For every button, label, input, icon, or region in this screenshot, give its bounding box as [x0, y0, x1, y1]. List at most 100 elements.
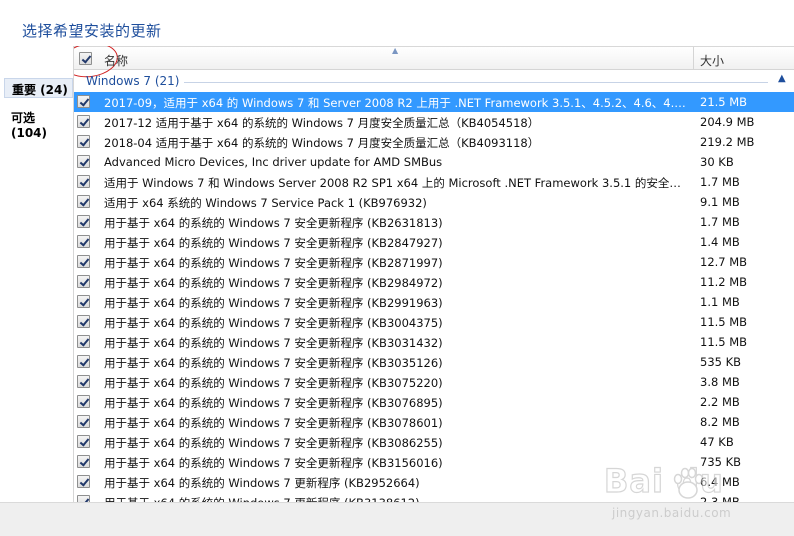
checkbox-checked-icon: [77, 495, 90, 502]
update-size: 1.7 MB: [700, 175, 740, 189]
update-checkbox[interactable]: [77, 155, 90, 168]
update-checkbox[interactable]: [77, 275, 90, 288]
update-name: 用于基于 x64 的系统的 Windows 7 安全更新程序 (KB263181…: [104, 216, 443, 230]
group-header[interactable]: Windows 7 (21) ▲: [74, 72, 794, 92]
update-row[interactable]: 用于基于 x64 的系统的 Windows 7 安全更新程序 (KB315601…: [74, 452, 794, 472]
update-checkbox[interactable]: [77, 235, 90, 248]
checkbox-checked-icon: [77, 155, 90, 168]
chevron-up-icon[interactable]: ▲: [778, 73, 786, 84]
update-name: 用于基于 x64 的系统的 Windows 7 安全更新程序 (KB307860…: [104, 416, 443, 430]
checkbox-checked-icon: [77, 275, 90, 288]
update-checkbox[interactable]: [77, 215, 90, 228]
update-size: 1.4 MB: [700, 235, 740, 249]
update-row[interactable]: Advanced Micro Devices, Inc driver updat…: [74, 152, 794, 172]
update-name: 适用于 x64 系统的 Windows 7 Service Pack 1 (KB…: [104, 196, 427, 210]
update-row[interactable]: 用于基于 x64 的系统的 Windows 7 安全更新程序 (KB299196…: [74, 292, 794, 312]
update-row[interactable]: 用于基于 x64 的系统的 Windows 7 安全更新程序 (KB303512…: [74, 352, 794, 372]
update-size: 735 KB: [700, 455, 742, 469]
update-row[interactable]: 用于基于 x64 的系统的 Windows 7 更新程序 (KB2952664)…: [74, 472, 794, 492]
update-row[interactable]: 用于基于 x64 的系统的 Windows 7 安全更新程序 (KB287199…: [74, 252, 794, 272]
checkbox-checked-icon: [77, 255, 90, 268]
update-row[interactable]: 2018-04 适用于基于 x64 的系统的 Windows 7 月度安全质量汇…: [74, 132, 794, 152]
update-row[interactable]: 用于基于 x64 的系统的 Windows 7 安全更新程序 (KB303143…: [74, 332, 794, 352]
update-size: 21.5 MB: [700, 95, 748, 109]
category-optional[interactable]: 可选 (104): [4, 107, 73, 140]
update-checkbox[interactable]: [77, 295, 90, 308]
update-name: 2017-09，适用于 x64 的 Windows 7 和 Server 200…: [104, 96, 690, 110]
update-size: 12.7 MB: [700, 255, 748, 269]
update-size: 204.9 MB: [700, 115, 755, 129]
update-size: 11.5 MB: [700, 335, 748, 349]
checkbox-checked-icon: [77, 355, 90, 368]
update-row[interactable]: 适用于 Windows 7 和 Windows Server 2008 R2 S…: [74, 172, 794, 192]
update-name: 2017-12 适用于基于 x64 的系统的 Windows 7 月度安全质量汇…: [104, 116, 540, 130]
update-size: 8.2 MB: [700, 415, 740, 429]
update-row[interactable]: 2017-09，适用于 x64 的 Windows 7 和 Server 200…: [74, 92, 794, 112]
checkbox-checked-icon: [77, 135, 90, 148]
update-checkbox[interactable]: [77, 395, 90, 408]
update-row[interactable]: 2017-12 适用于基于 x64 的系统的 Windows 7 月度安全质量汇…: [74, 112, 794, 132]
sort-up-icon: ▲: [392, 46, 399, 55]
update-checkbox[interactable]: [77, 435, 90, 448]
update-size: 1.1 MB: [700, 295, 740, 309]
update-name: 用于基于 x64 的系统的 Windows 7 安全更新程序 (KB284792…: [104, 236, 443, 250]
dialog-footer: [0, 502, 794, 536]
update-row[interactable]: 用于基于 x64 的系统的 Windows 7 安全更新程序 (KB308625…: [74, 432, 794, 452]
update-name: 用于基于 x64 的系统的 Windows 7 安全更新程序 (KB298497…: [104, 276, 443, 290]
update-name: 用于基于 x64 的系统的 Windows 7 安全更新程序 (KB299196…: [104, 296, 443, 310]
update-name: 用于基于 x64 的系统的 Windows 7 安全更新程序 (KB287199…: [104, 256, 443, 270]
update-size: 3.8 MB: [700, 375, 740, 389]
checkbox-checked-icon: [77, 435, 90, 448]
update-checkbox[interactable]: [77, 355, 90, 368]
update-name: 用于基于 x64 的系统的 Windows 7 安全更新程序 (KB300437…: [104, 316, 443, 330]
update-row[interactable]: 用于基于 x64 的系统的 Windows 7 安全更新程序 (KB300437…: [74, 312, 794, 332]
update-row[interactable]: 用于基于 x64 的系统的 Windows 7 更新程序 (KB3138612)…: [74, 492, 794, 502]
update-name: 用于基于 x64 的系统的 Windows 7 安全更新程序 (KB303143…: [104, 336, 443, 350]
update-size: 47 KB: [700, 435, 734, 449]
update-row[interactable]: 用于基于 x64 的系统的 Windows 7 安全更新程序 (KB298497…: [74, 272, 794, 292]
update-checkbox[interactable]: [77, 175, 90, 188]
update-row[interactable]: 适用于 x64 系统的 Windows 7 Service Pack 1 (KB…: [74, 192, 794, 212]
column-header-name[interactable]: 名称: [104, 52, 128, 69]
checkbox-checked-icon: [77, 375, 90, 388]
checkbox-checked-icon: [77, 115, 90, 128]
update-checkbox[interactable]: [77, 135, 90, 148]
update-checkbox[interactable]: [77, 195, 90, 208]
group-divider: [184, 82, 768, 83]
update-checkbox[interactable]: [77, 475, 90, 488]
update-checkbox[interactable]: [77, 95, 90, 108]
update-size: 2.2 MB: [700, 395, 740, 409]
checkbox-checked-icon: [77, 415, 90, 428]
update-row[interactable]: 用于基于 x64 的系统的 Windows 7 安全更新程序 (KB263181…: [74, 212, 794, 232]
update-name: Advanced Micro Devices, Inc driver updat…: [104, 155, 443, 169]
category-important[interactable]: 重要 (24): [4, 78, 73, 98]
update-size: 1.7 MB: [700, 215, 740, 229]
list-header: 名称 ▲ 大小: [74, 46, 794, 81]
update-size: 11.5 MB: [700, 315, 748, 329]
update-checkbox[interactable]: [77, 315, 90, 328]
windows-update-dialog: 选择希望安装的更新 重要 (24) 可选 (104) 名称 ▲ 大小 Windo…: [0, 0, 794, 536]
update-checkbox[interactable]: [77, 495, 90, 502]
update-size: 2.3 MB: [700, 495, 740, 502]
update-name: 用于基于 x64 的系统的 Windows 7 更新程序 (KB2952664): [104, 476, 420, 490]
update-checkbox[interactable]: [77, 375, 90, 388]
checkbox-checked-icon: [77, 455, 90, 468]
update-name: 用于基于 x64 的系统的 Windows 7 安全更新程序 (KB307689…: [104, 396, 443, 410]
update-name: 用于基于 x64 的系统的 Windows 7 安全更新程序 (KB303512…: [104, 356, 443, 370]
update-row[interactable]: 用于基于 x64 的系统的 Windows 7 安全更新程序 (KB307689…: [74, 392, 794, 412]
update-row[interactable]: 用于基于 x64 的系统的 Windows 7 安全更新程序 (KB307860…: [74, 412, 794, 432]
update-size: 535 KB: [700, 355, 742, 369]
update-checkbox[interactable]: [77, 455, 90, 468]
update-name: 2018-04 适用于基于 x64 的系统的 Windows 7 月度安全质量汇…: [104, 136, 540, 150]
update-name: 适用于 Windows 7 和 Windows Server 2008 R2 S…: [104, 176, 690, 190]
checkbox-checked-icon: [77, 315, 90, 328]
update-row[interactable]: 用于基于 x64 的系统的 Windows 7 安全更新程序 (KB307522…: [74, 372, 794, 392]
update-row[interactable]: 用于基于 x64 的系统的 Windows 7 安全更新程序 (KB284792…: [74, 232, 794, 252]
group-label: Windows 7 (21): [86, 74, 180, 88]
update-checkbox[interactable]: [77, 335, 90, 348]
checkbox-checked-icon: [77, 95, 90, 108]
update-checkbox[interactable]: [77, 415, 90, 428]
column-header-size[interactable]: 大小: [693, 47, 794, 70]
update-checkbox[interactable]: [77, 115, 90, 128]
update-checkbox[interactable]: [77, 255, 90, 268]
